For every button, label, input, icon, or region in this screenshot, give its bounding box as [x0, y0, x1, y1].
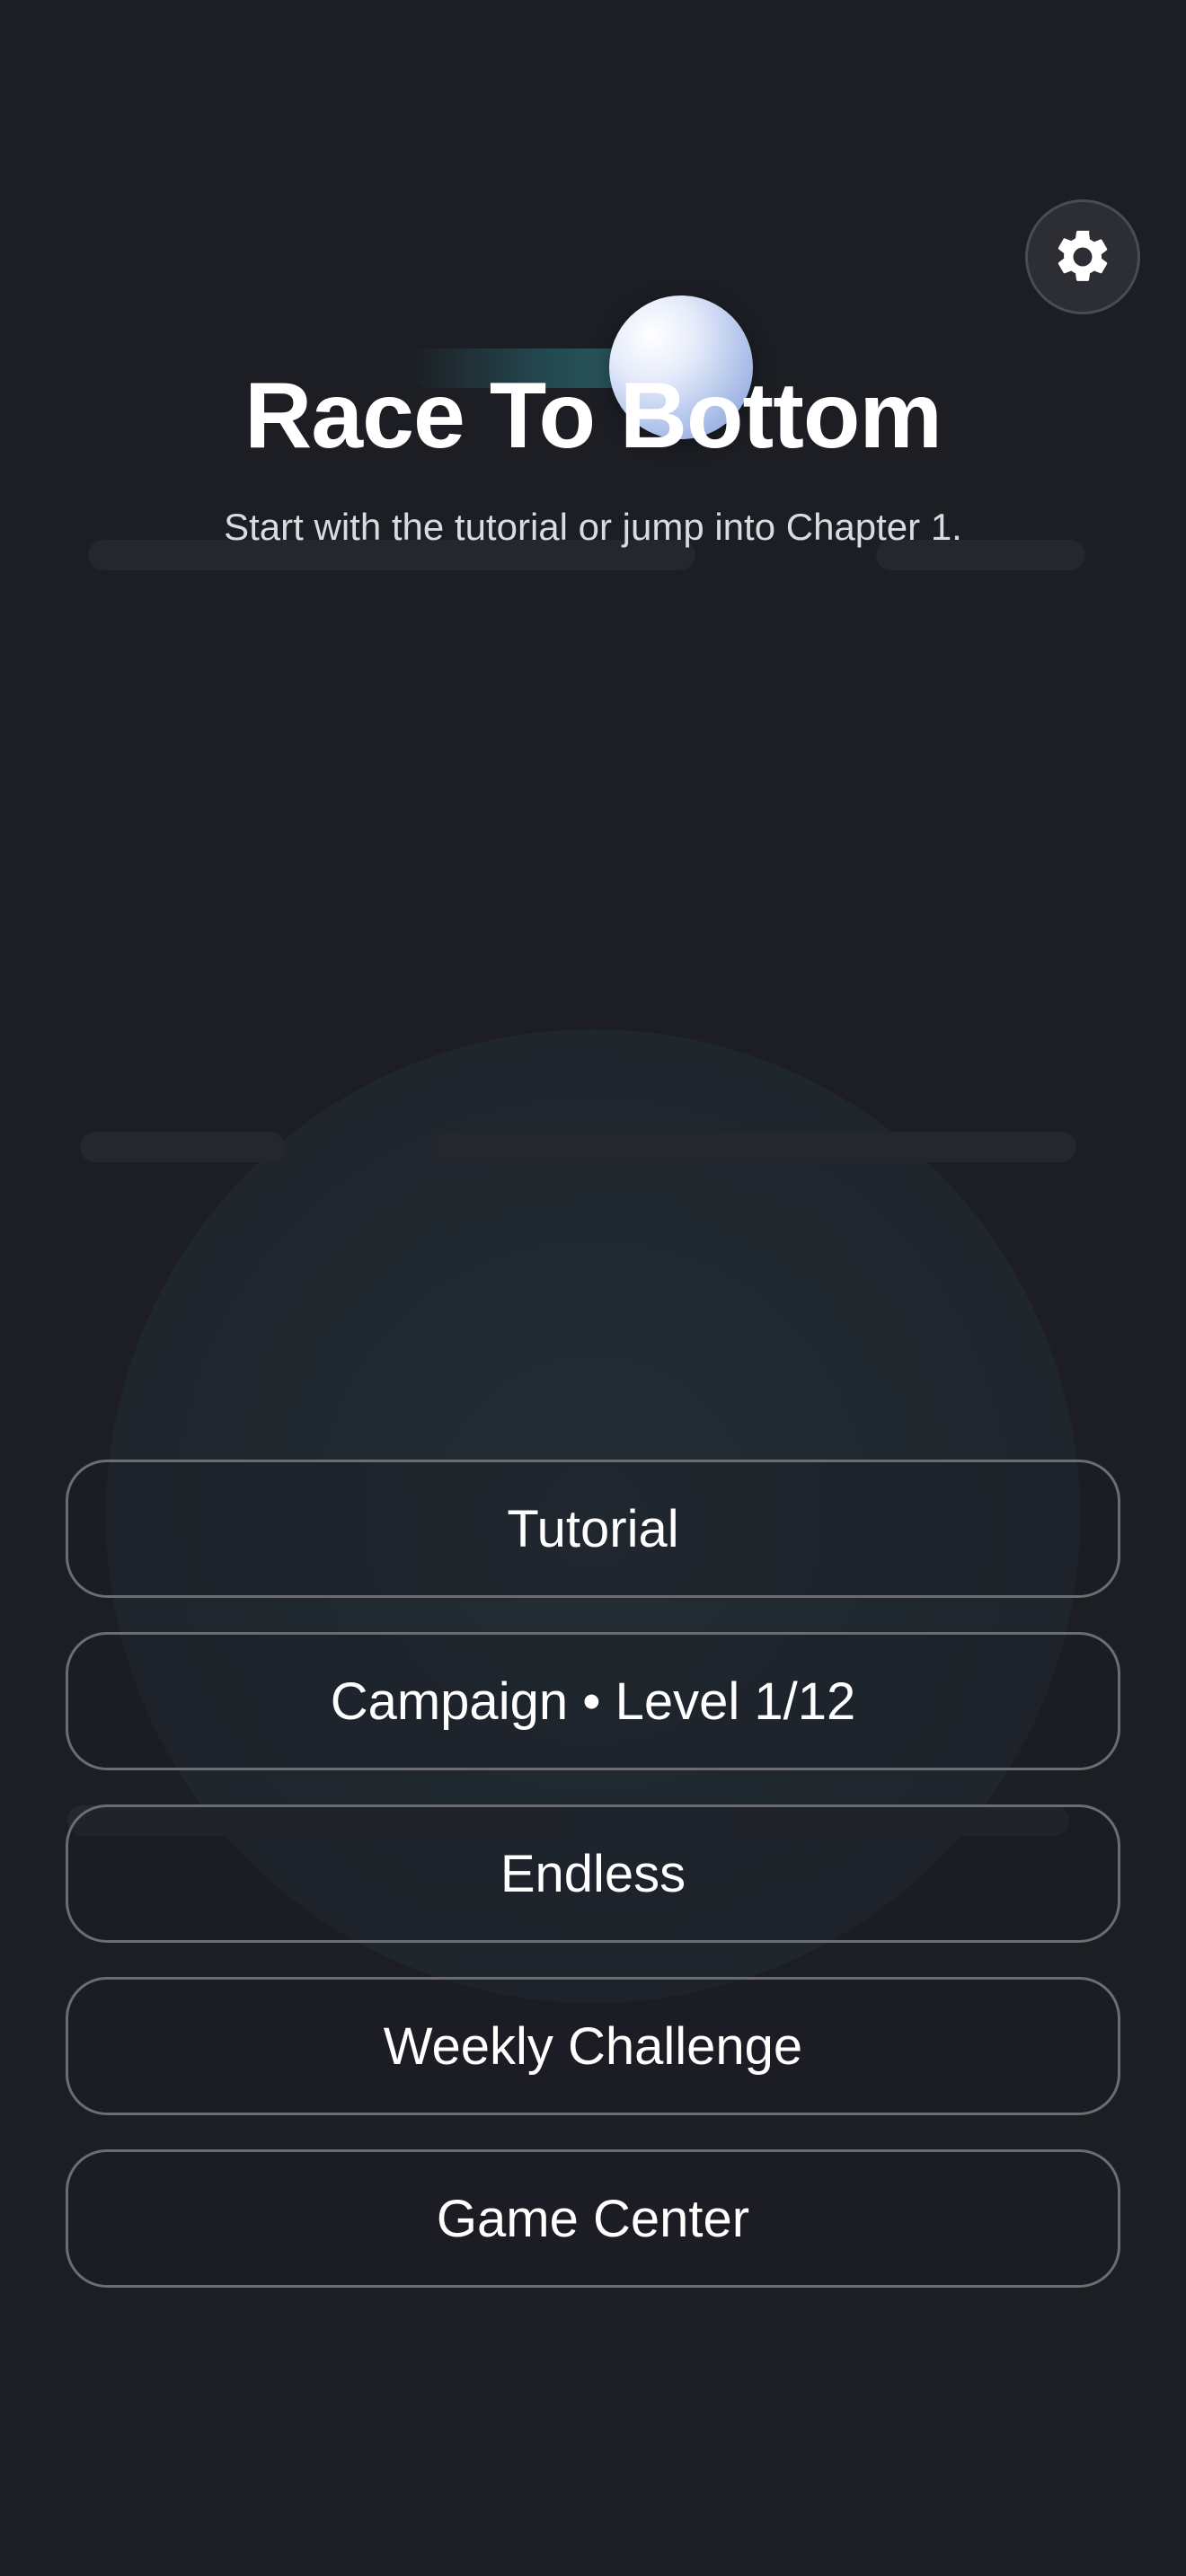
main-menu: Tutorial Campaign • Level 1/12 Endless W… [66, 1460, 1120, 2322]
settings-button[interactable] [1025, 199, 1140, 314]
tutorial-button[interactable]: Tutorial [66, 1460, 1120, 1598]
endless-button-label: Endless [500, 1844, 686, 1903]
main-menu-screen: Race To Bottom Start with the tutorial o… [0, 0, 1186, 2576]
platform [80, 1132, 285, 1162]
game-subtitle: Start with the tutorial or jump into Cha… [224, 506, 962, 548]
tutorial-button-label: Tutorial [507, 1499, 679, 1558]
campaign-button[interactable]: Campaign • Level 1/12 [66, 1632, 1120, 1770]
game-center-button[interactable]: Game Center [66, 2149, 1120, 2288]
gear-icon [1058, 230, 1108, 281]
campaign-button-label: Campaign • Level 1/12 [330, 1672, 856, 1731]
platform [433, 1132, 1076, 1162]
weekly-challenge-button-label: Weekly Challenge [383, 2016, 803, 2076]
endless-button[interactable]: Endless [66, 1804, 1120, 1943]
game-center-button-label: Game Center [436, 2189, 750, 2248]
weekly-challenge-button[interactable]: Weekly Challenge [66, 1977, 1120, 2115]
game-title: Race To Bottom [244, 364, 943, 468]
